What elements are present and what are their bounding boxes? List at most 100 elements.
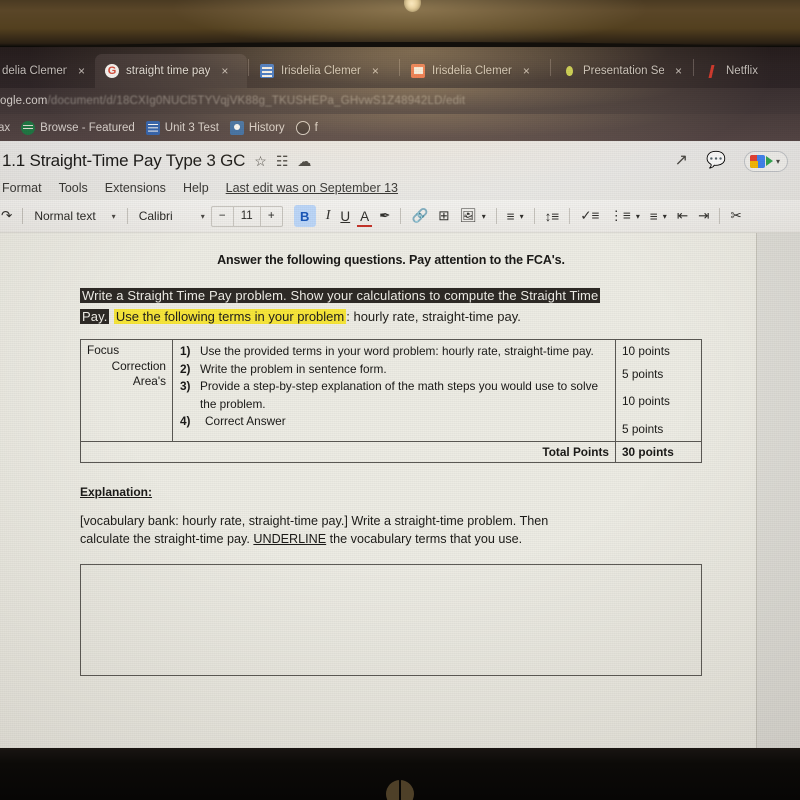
activity-trend-icon[interactable]: ↗ [675,153,688,169]
chevron-down-icon[interactable]: ▾ [482,204,491,228]
fca-line-3: Area's [132,374,166,388]
tab-title: Netflix [726,65,758,77]
item-number: 1) [180,344,191,358]
toolbar-divider [533,208,535,224]
tab-close-icon[interactable]: × [368,64,383,78]
tab-title: Presentation Se [583,65,664,77]
font-size-value[interactable]: 11 [232,206,261,226]
menu-item-extensions[interactable]: Extensions [105,181,166,195]
tab-close-icon[interactable]: × [671,64,686,78]
omnibox[interactable]: ogle.com /document/d/18CXIg0NUCl5TYVqjVK… [0,88,800,114]
meet-button[interactable]: ▾ [743,150,788,172]
increase-font-size-button[interactable]: + [261,207,282,226]
bookmark-item-history[interactable]: History [229,120,285,135]
italic-button[interactable]: I [321,204,336,228]
chevron-down-icon[interactable]: ▾ [636,204,645,228]
docs-header: 1.1 Straight-Time Pay Type 3 GC ☆ ☷ ☁ ↗ … [0,141,800,200]
tab-close-icon[interactable]: × [74,64,89,78]
points-value: 10 points [622,394,670,408]
insert-image-icon[interactable]: 🖼 [455,204,482,228]
total-points-label: Total Points [80,441,616,463]
answer-box[interactable] [80,564,702,676]
chevron-down-icon[interactable]: ▾ [776,157,780,166]
tab-divider [550,59,551,76]
chevron-down-icon: ▾ [200,211,205,221]
insert-comment-icon[interactable]: ⊞ [433,204,454,228]
text-color-button[interactable]: A [355,204,374,228]
item-text: Write the problem in sentence form. [200,361,387,376]
checklist-icon[interactable]: ✓≡ [575,204,604,228]
omnibox-path: /document/d/18CXIg0NUCl5TYVqjVK88g_TKUSH… [47,95,466,107]
browser-tab-3[interactable]: Irisdelia Clemer × [401,54,549,88]
browser-tab-0[interactable]: delia Clemen × [0,54,95,88]
bookmarks-bar: ax Browse - Featured Unit 3 Test History… [0,114,800,141]
chevron-down-icon[interactable]: ▾ [663,204,672,228]
spotify-icon [21,120,36,135]
link-icon[interactable]: 🔗 [406,204,433,228]
highlight-icon[interactable]: ✒ [374,204,395,228]
bulleted-list-icon[interactable]: ⋮≡ [605,204,636,228]
font-family-dropdown[interactable]: Calibri ▾ [133,209,211,223]
star-icon[interactable]: ☆ [254,154,267,168]
paragraph-style-dropdown[interactable]: Normal text ▾ [28,209,121,223]
menu-item-help[interactable]: Help [183,181,209,195]
toolbar-divider [22,208,24,224]
bookmark-item-unit-3-test[interactable]: Unit 3 Test [145,120,219,135]
points-value: 5 points [622,421,664,436]
menu-item-tools[interactable]: Tools [59,181,88,195]
laptop-photo: delia Clemen × straight time pay × Irisd… [0,0,800,800]
document-canvas: Answer the following questions. Pay atte… [0,233,800,750]
italic-label: I [325,208,331,223]
browser-tab-1[interactable]: straight time pay × [95,54,247,88]
fca-line-2: Correction [111,358,166,373]
docs-header-right: ↗ 💬 ▾ [675,150,800,172]
browser-tab-2[interactable]: Irisdelia Clemer × [250,54,398,88]
item-text: Provide a step-by-step explanation of th… [200,379,599,411]
item-text: Use the provided terms in your word prob… [200,344,594,358]
toolbar-divider [400,208,402,224]
list-item: 2) Write the problem in sentence form. [180,361,609,379]
redo-icon[interactable]: ↷ [0,204,17,228]
bookmark-item-ax[interactable]: ax [0,122,10,134]
menu-item-format[interactable]: Format [2,181,42,195]
comment-history-icon[interactable]: 💬 [706,153,726,169]
decrease-indent-icon[interactable]: ⇤ [672,204,693,228]
document-page[interactable]: Answer the following questions. Pay atte… [0,233,756,750]
decrease-font-size-button[interactable]: − [212,207,233,226]
last-edit-label[interactable]: Last edit was on September 13 [226,181,398,195]
bookmark-item-f[interactable]: f [295,120,318,135]
chevron-down-icon[interactable]: ▾ [520,204,529,228]
google-docs-app: 1.1 Straight-Time Pay Type 3 GC ☆ ☷ ☁ ↗ … [0,141,800,750]
hp-logo [386,780,414,800]
underline-button[interactable]: U [335,204,355,228]
tab-title: delia Clemen [2,65,67,77]
bookmark-label: ax [0,121,11,134]
tab-close-icon[interactable]: × [217,64,232,78]
fca-label-cell: Focus Correction Area's [80,339,173,442]
document-heading: Answer the following questions. Pay atte… [217,253,565,267]
item-number: 2) [180,361,191,376]
browser-tab-4[interactable]: Presentation Se × [552,54,692,88]
bookmark-item-browse-featured[interactable]: Browse - Featured [21,120,135,135]
font-family-value: Calibri [138,209,173,223]
explanation-section: Explanation: [vocabulary bank: hourly ra… [80,485,702,548]
clear-formatting-icon[interactable]: ✂ [725,204,746,228]
browser-tab-5[interactable]: Netflix [695,54,795,88]
bold-button[interactable]: B [289,204,321,228]
explanation-underline-word: UNDERLINE [253,532,327,546]
align-icon[interactable]: ≡ [502,204,520,228]
tab-close-icon[interactable]: × [519,64,534,78]
increase-indent-icon[interactable]: ⇥ [693,204,714,228]
page-title[interactable]: 1.1 Straight-Time Pay Type 3 GC [2,151,245,171]
cloud-saved-icon[interactable]: ☁ [297,154,311,168]
font-size-stepper[interactable]: − 11 + [210,205,283,227]
list-item: 4) Correct Answer [180,413,609,431]
line-spacing-icon[interactable]: ↕≡ [540,204,565,228]
prompt-line-1: Write a Straight Time Pay problem. Show … [80,287,702,305]
move-to-folder-icon[interactable]: ☷ [276,154,289,168]
points-value: 5 points [622,366,664,381]
prompt-block: Write a Straight Time Pay problem. Show … [80,287,702,326]
numbered-list-icon[interactable]: ≡ [645,204,663,228]
prompt-yellow-highlight: Use the following terms in your problem [113,309,347,324]
tab-divider [399,59,400,76]
